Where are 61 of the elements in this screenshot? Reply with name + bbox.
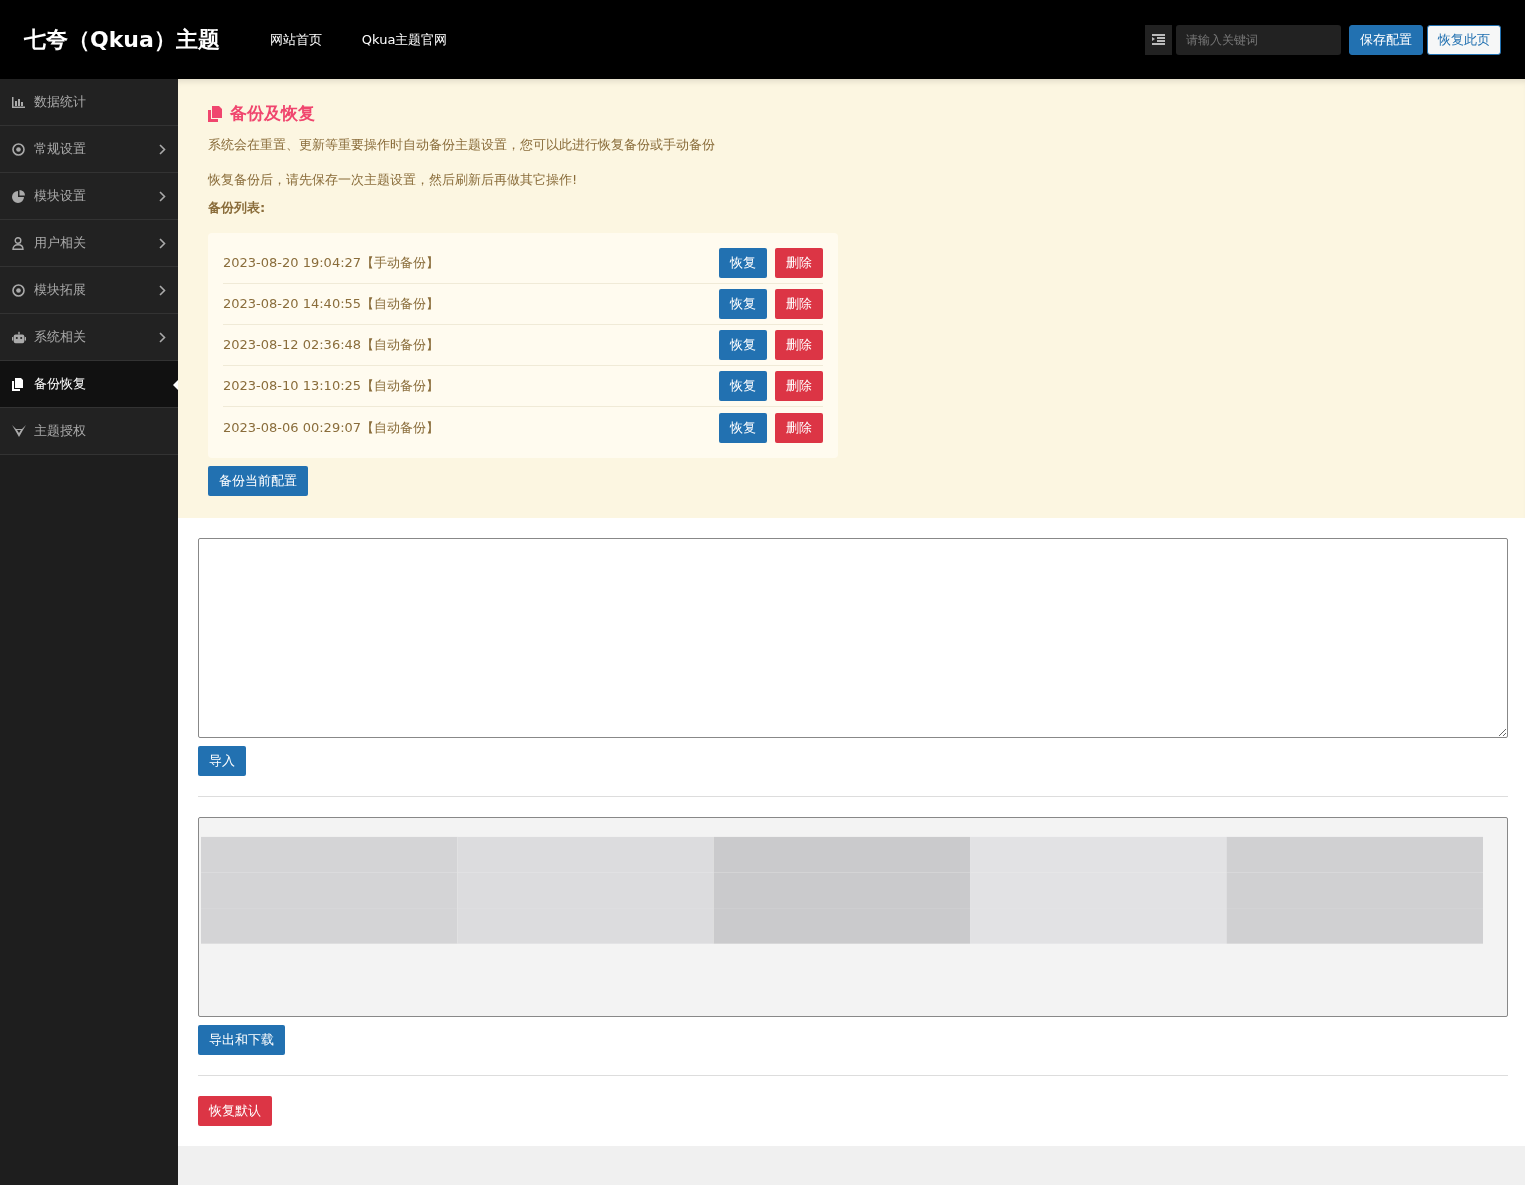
export-button[interactable]: 导出和下载 — [198, 1025, 285, 1055]
delete-button[interactable]: 删除 — [775, 371, 823, 401]
reset-button[interactable]: 恢复默认 — [198, 1096, 272, 1126]
robot-icon — [12, 330, 26, 344]
sidebar-label: 系统相关 — [34, 328, 86, 347]
backup-type: 【自动备份】 — [361, 377, 440, 396]
note-text: 恢复备份后，请先保存一次主题设置，然后刷新后再做其它操作! — [208, 171, 579, 189]
delete-button[interactable]: 删除 — [775, 248, 823, 278]
bar-chart-icon — [12, 96, 26, 108]
sidebar-label: 备份恢复 — [34, 375, 86, 394]
sidebar-label: 常规设置 — [34, 140, 86, 159]
sidebar-label: 用户相关 — [34, 234, 86, 253]
sidebar-label: 数据统计 — [34, 93, 86, 112]
nav-link[interactable]: 网站首页 — [269, 29, 322, 50]
backup-type: 【手动备份】 — [361, 254, 440, 273]
backup-time: 2023-08-20 19:04:27 — [223, 254, 362, 273]
sidebar-item[interactable]: 系统相关 — [0, 314, 178, 361]
site-logo[interactable]: 七夸（Qkua）主题 — [24, 23, 220, 56]
save-button[interactable]: 保存配置 — [1349, 24, 1423, 55]
indent-icon — [1152, 34, 1165, 45]
sidebar-item[interactable]: 数据统计 — [0, 79, 178, 126]
import-textarea[interactable] — [198, 538, 1508, 738]
backup-time: 2023-08-20 14:40:55 — [223, 295, 362, 314]
sidebar-label: 模块设置 — [34, 187, 86, 206]
target-icon — [12, 142, 26, 156]
restore-button[interactable]: 恢复 — [719, 248, 767, 278]
user-icon — [12, 236, 26, 250]
sidebar-label: 模块拓展 — [34, 281, 86, 300]
backup-time: 2023-08-12 02:36:48 — [223, 336, 362, 355]
restore-page-button[interactable]: 恢复此页 — [1427, 24, 1501, 55]
restore-button[interactable]: 恢复 — [719, 371, 767, 401]
section-title: 备份及恢复 — [230, 102, 315, 125]
import-button[interactable]: 导入 — [198, 746, 246, 776]
search-field[interactable]: 请输入关键词 — [1176, 24, 1341, 55]
delete-button[interactable]: 删除 — [775, 330, 823, 360]
sidebar-item[interactable]: 用户相关 — [0, 220, 178, 267]
menu-toggle-button[interactable] — [1145, 24, 1172, 55]
restore-button[interactable]: 恢复 — [719, 330, 767, 360]
target-icon — [12, 283, 26, 297]
delete-button[interactable]: 删除 — [775, 289, 823, 319]
backup-time: 2023-08-06 00:29:07 — [223, 418, 362, 437]
pie-chart-icon — [12, 189, 26, 203]
restore-button[interactable]: 恢复 — [719, 412, 767, 443]
backup-button[interactable]: 备份当前配置 — [208, 466, 308, 496]
delete-button[interactable]: 删除 — [775, 412, 823, 443]
sidebar-item[interactable]: 模块拓展 — [0, 267, 178, 314]
sidebar-item[interactable]: 备份恢复 — [0, 361, 178, 408]
sidebar-label: 主题授权 — [34, 422, 86, 441]
backup-type: 【自动备份】 — [361, 418, 440, 437]
backup-type: 【自动备份】 — [361, 295, 440, 314]
backup-time: 2023-08-10 13:10:25 — [223, 377, 362, 396]
sidebar-item[interactable]: 模块设置 — [0, 173, 178, 220]
sidebar-item[interactable]: 常规设置 — [0, 126, 178, 173]
nav-link[interactable]: Qkua主题官网 — [361, 29, 448, 50]
copy-icon — [12, 377, 26, 391]
list-label: 备份列表: — [208, 198, 267, 217]
sidebar-item[interactable]: 主题授权 — [0, 408, 178, 455]
copy-icon — [208, 105, 222, 122]
restore-button[interactable]: 恢复 — [719, 289, 767, 319]
backup-type: 【自动备份】 — [361, 336, 440, 355]
note-text: 系统会在重置、更新等重要操作时自动备份主题设置，您可以此进行恢复备份或手动备份 — [208, 135, 716, 154]
